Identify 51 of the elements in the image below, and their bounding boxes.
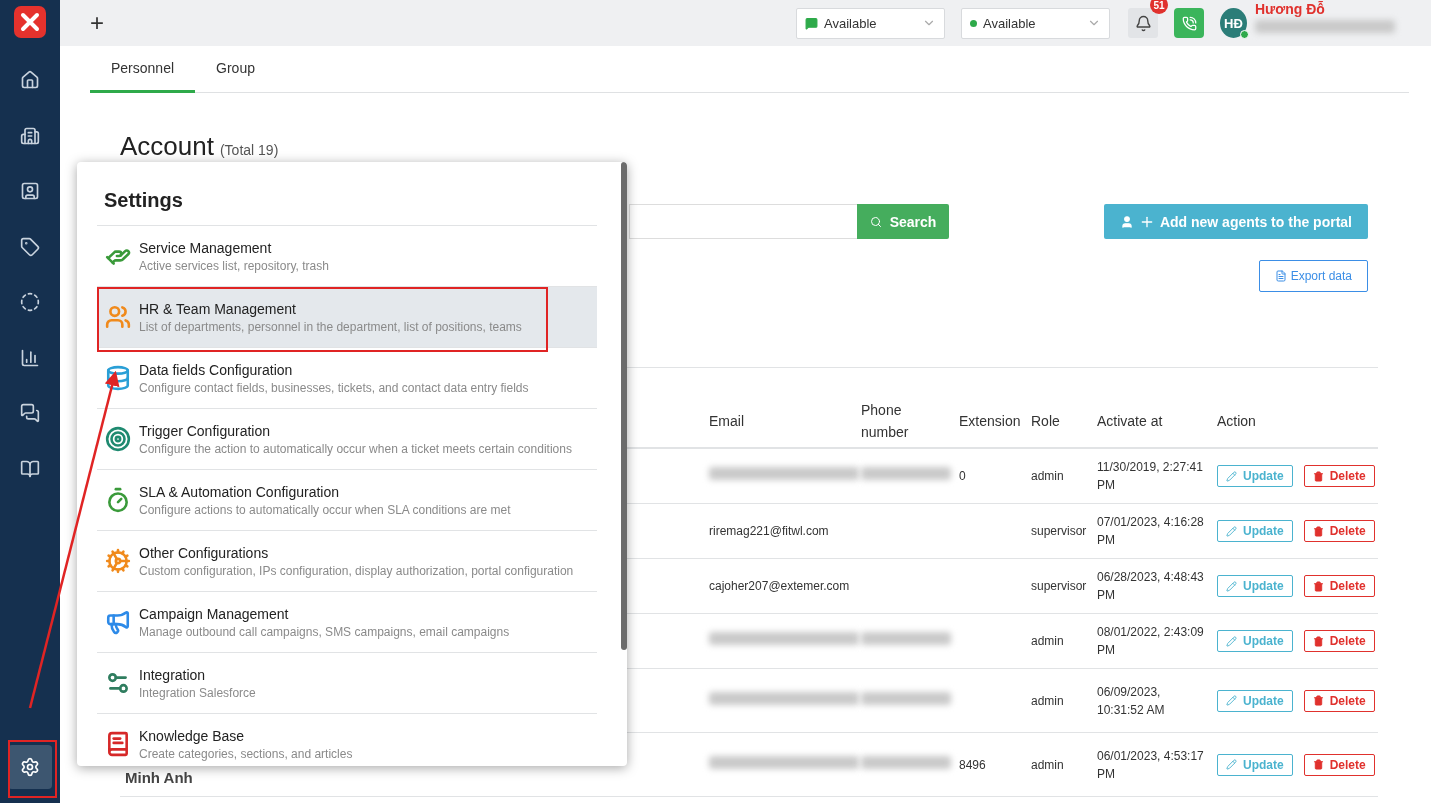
- menu-item[interactable]: Integration Integration Salesforce: [97, 653, 597, 714]
- column-header: Action: [1216, 411, 1257, 431]
- total-count: (Total 19): [219, 142, 279, 158]
- table-cell-text: 06/28/2023, 4:48:43 PM: [1096, 569, 1205, 604]
- table-cell-text: supervisor: [1030, 578, 1088, 595]
- menu-item[interactable]: Campaign Management Manage outbound call campaigns, SMS campaigns, email campaigns: [97, 592, 597, 653]
- table-cell-text: riremag221@fitwl.com: [708, 523, 830, 540]
- table-cell-text: admin: [1030, 756, 1065, 774]
- user-name: Hương Đỗ: [1255, 1, 1326, 17]
- status-select[interactable]: Available: [796, 7, 945, 39]
- menu-item[interactable]: HR & Team Management List of departments, personnel in the department, list of positions, teams: [97, 287, 597, 348]
- menu-item[interactable]: SLA & Automation Configuration Configure actions to automatically occur when SLA conditions are met: [97, 470, 597, 531]
- search-button[interactable]: Search: [857, 204, 949, 239]
- table-cell-text: admin: [1030, 468, 1065, 485]
- table-cell-text: 07/01/2023, 4:16:28 PM: [1096, 514, 1205, 549]
- table-cell-text: supervisor: [1030, 523, 1088, 540]
- status-select[interactable]: Available: [961, 7, 1110, 39]
- delete-button[interactable]: Delete: [1303, 465, 1375, 487]
- delete-button[interactable]: Delete: [1303, 630, 1375, 652]
- table-cell-text: 11/30/2019, 2:27:41 PM: [1096, 459, 1204, 494]
- tab[interactable]: Group: [195, 46, 276, 93]
- table-cell-text: 06/09/2023, 10:31:52 AM: [1096, 683, 1166, 719]
- user-avatar[interactable]: HĐ: [1220, 8, 1247, 38]
- export-button[interactable]: Export data: [1258, 260, 1368, 292]
- add-button[interactable]: +: [90, 11, 104, 35]
- delete-button[interactable]: Delete: [1303, 520, 1375, 542]
- table-cell-text: admin: [1030, 692, 1065, 710]
- table-cell-text: 06/01/2023, 4:53:17 PM: [1096, 747, 1205, 783]
- menu-item[interactable]: Service Management Active services list, repository, trash: [97, 226, 597, 287]
- page-title: Account: [120, 131, 214, 162]
- column-header: Activate at: [1096, 411, 1164, 431]
- delete-button[interactable]: Delete: [1303, 689, 1375, 712]
- column-header: Phone number: [860, 400, 910, 442]
- delete-button[interactable]: Delete: [1303, 753, 1375, 776]
- agent-name: Minh Anh: [124, 769, 194, 788]
- menu-item[interactable]: Data fields Configuration Configure contact fields, businesses, tickets, and contact data entry fields: [97, 348, 597, 409]
- column-header: Extension: [958, 411, 1022, 431]
- column-header: Role: [1030, 411, 1061, 431]
- menu-item[interactable]: Knowledge Base Create categories, sections, and articles: [97, 714, 597, 766]
- table-cell-text: 8496: [958, 756, 987, 774]
- notification-badge: 51: [1150, 0, 1168, 14]
- table-cell-text: 0: [958, 468, 967, 485]
- menu-item[interactable]: Other Configurations Custom configuration, IPs configuration, display authorization, portal configuration: [97, 531, 597, 592]
- table-cell-text: cajoher207@extemer.com: [708, 578, 851, 595]
- table-cell-text: 08/01/2022, 2:43:09 PM: [1096, 624, 1205, 659]
- column-header: Email: [708, 411, 745, 431]
- table-cell-text: admin: [1030, 633, 1065, 650]
- tab[interactable]: Personnel: [90, 46, 196, 93]
- delete-button[interactable]: Delete: [1303, 575, 1375, 597]
- menu-item[interactable]: Trigger Configuration Configure the action to automatically occur when a ticket meets certain conditions: [97, 409, 597, 470]
- menu-title: Settings: [103, 188, 184, 213]
